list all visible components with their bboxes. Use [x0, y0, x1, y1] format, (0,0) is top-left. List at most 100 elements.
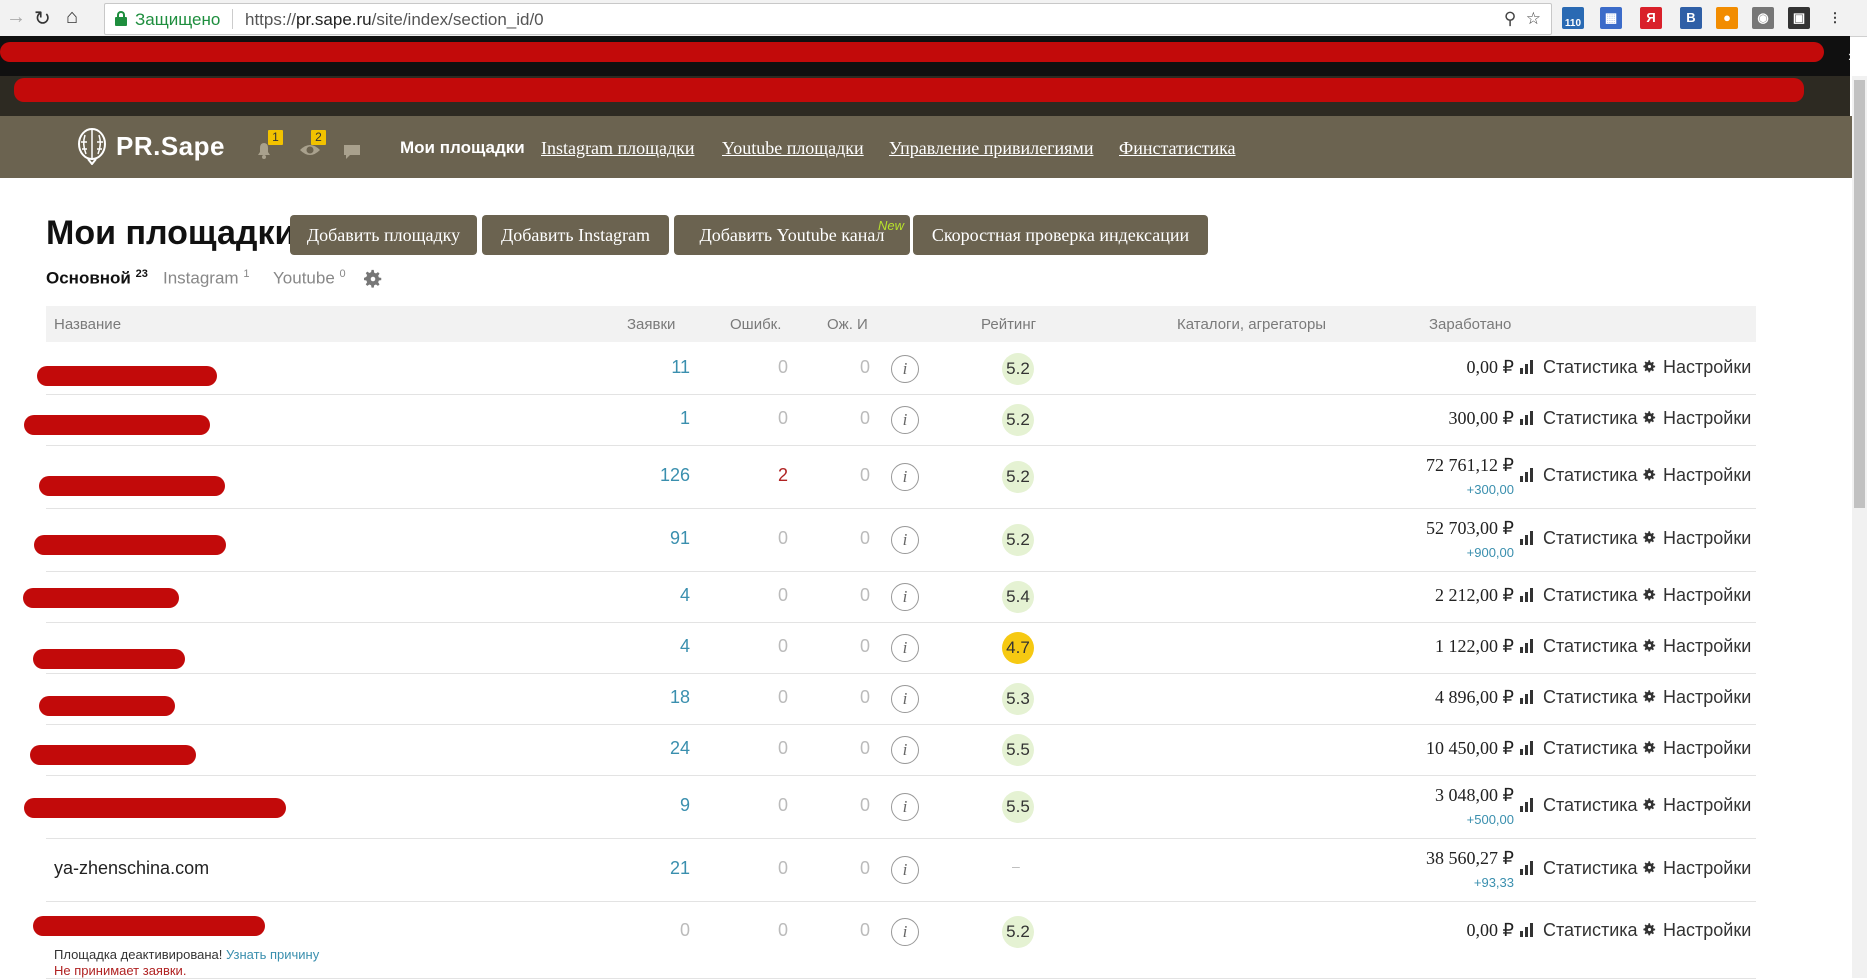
back-arrow-icon[interactable]: → — [6, 6, 26, 29]
requests-count[interactable]: 4 — [630, 585, 690, 606]
nav-youtube-sites[interactable]: Youtube площадки — [722, 138, 864, 159]
requests-count[interactable]: 0 — [630, 920, 690, 941]
settings-link[interactable]: Настройки — [1642, 357, 1751, 378]
errors-count[interactable]: 0 — [728, 687, 788, 708]
col-waiting[interactable]: Ож. И — [827, 316, 868, 333]
learn-reason-link[interactable]: Узнать причину — [226, 947, 319, 962]
waiting-count[interactable]: 0 — [810, 687, 870, 708]
waiting-count[interactable]: 0 — [810, 858, 870, 879]
waiting-count[interactable]: 0 — [810, 795, 870, 816]
statistics-link[interactable]: Статистика — [1520, 636, 1638, 658]
errors-count[interactable]: 0 — [728, 408, 788, 429]
waiting-count[interactable]: 0 — [810, 738, 870, 759]
settings-link[interactable]: Настройки — [1642, 858, 1751, 879]
statistics-link[interactable]: Статистика — [1520, 357, 1638, 379]
requests-count[interactable]: 21 — [630, 858, 690, 879]
tab-youtube[interactable]: Youtube 0 — [273, 268, 346, 289]
rss-extension-icon[interactable]: ◉ — [1752, 7, 1774, 29]
col-requests[interactable]: Заявки — [627, 316, 675, 333]
settings-link[interactable]: Настройки — [1642, 795, 1751, 816]
waiting-count[interactable]: 0 — [810, 920, 870, 941]
grid-extension-icon[interactable]: ▦ — [1600, 7, 1622, 29]
info-icon[interactable]: i — [891, 793, 919, 821]
errors-count[interactable]: 0 — [728, 585, 788, 606]
info-icon[interactable]: i — [891, 355, 919, 383]
settings-link[interactable]: Настройки — [1642, 687, 1751, 708]
errors-count[interactable]: 0 — [728, 636, 788, 657]
statistics-link[interactable]: Статистика — [1520, 408, 1638, 430]
yandex-extension-icon[interactable]: Я — [1640, 7, 1662, 29]
index-check-button[interactable]: Скоростная проверка индексации — [913, 215, 1208, 255]
info-icon[interactable]: i — [891, 526, 919, 554]
info-extension-icon[interactable]: ▣ — [1788, 7, 1810, 29]
info-icon[interactable]: i — [891, 583, 919, 611]
errors-count[interactable]: 0 — [728, 528, 788, 549]
errors-count[interactable]: 0 — [728, 795, 788, 816]
site-name[interactable]: ya-zhenschina.com — [54, 858, 209, 879]
statistics-link[interactable]: Статистика — [1520, 738, 1638, 760]
settings-link[interactable]: Настройки — [1642, 585, 1751, 606]
settings-link[interactable]: Настройки — [1642, 408, 1751, 429]
bookmarks-overflow-icon[interactable]: » — [1848, 48, 1857, 66]
col-name[interactable]: Название — [54, 316, 121, 333]
info-icon[interactable]: i — [891, 463, 919, 491]
add-site-button[interactable]: Добавить площадку — [290, 215, 477, 255]
statistics-link[interactable]: Статистика — [1520, 858, 1638, 880]
info-icon[interactable]: i — [891, 406, 919, 434]
statistics-link[interactable]: Статистика — [1520, 585, 1638, 607]
zoom-icon[interactable]: ⚲ — [1504, 9, 1516, 28]
requests-count[interactable]: 9 — [630, 795, 690, 816]
errors-count[interactable]: 0 — [728, 858, 788, 879]
requests-count[interactable]: 1 — [630, 408, 690, 429]
settings-link[interactable]: Настройки — [1642, 465, 1751, 486]
info-icon[interactable]: i — [891, 918, 919, 946]
settings-link[interactable]: Настройки — [1642, 738, 1751, 759]
add-youtube-button[interactable]: Добавить Youtube канал New — [674, 215, 910, 255]
requests-count[interactable]: 24 — [630, 738, 690, 759]
col-earned[interactable]: Заработано — [1429, 316, 1511, 333]
requests-count[interactable]: 18 — [630, 687, 690, 708]
waiting-count[interactable]: 0 — [810, 357, 870, 378]
statistics-link[interactable]: Статистика — [1520, 465, 1638, 487]
settings-link[interactable]: Настройки — [1642, 920, 1751, 941]
nav-finstats[interactable]: Финстатистика — [1119, 138, 1236, 159]
menu-icon[interactable]: ⋮ — [1824, 7, 1846, 29]
info-icon[interactable]: i — [891, 634, 919, 662]
statistics-link[interactable]: Статистика — [1520, 528, 1638, 550]
col-rating[interactable]: Рейтинг — [981, 316, 1036, 333]
tab-instagram[interactable]: Instagram 1 — [163, 268, 249, 289]
bookmark-star-icon[interactable]: ☆ — [1526, 9, 1541, 28]
scrollbar-thumb[interactable] — [1854, 80, 1865, 508]
waiting-count[interactable]: 0 — [810, 465, 870, 486]
info-icon[interactable]: i — [891, 736, 919, 764]
info-icon[interactable]: i — [891, 856, 919, 884]
gear-icon[interactable] — [362, 268, 384, 290]
home-icon[interactable]: ⌂ — [66, 6, 78, 29]
page-scrollbar[interactable] — [1852, 76, 1867, 978]
statistics-link[interactable]: Статистика — [1520, 795, 1638, 817]
errors-count[interactable]: 2 — [728, 465, 788, 486]
waiting-count[interactable]: 0 — [810, 636, 870, 657]
settings-link[interactable]: Настройки — [1642, 636, 1751, 657]
errors-count[interactable]: 0 — [728, 920, 788, 941]
statistics-link[interactable]: Статистика — [1520, 920, 1638, 942]
col-errors[interactable]: Ошибк. — [730, 316, 781, 333]
requests-count[interactable]: 11 — [630, 357, 690, 378]
nav-instagram-sites[interactable]: Instagram площадки — [541, 138, 694, 159]
errors-count[interactable]: 0 — [728, 738, 788, 759]
tab-main[interactable]: Основной 23 — [46, 268, 148, 289]
errors-count[interactable]: 0 — [728, 357, 788, 378]
chat-icon[interactable] — [342, 142, 362, 162]
nav-my-sites[interactable]: Мои площадки — [400, 138, 525, 158]
address-bar[interactable]: Защищено https://pr.sape.ru/site/index/s… — [104, 3, 1552, 35]
settings-link[interactable]: Настройки — [1642, 528, 1751, 549]
extension-counter-icon[interactable]: 110 — [1562, 7, 1584, 29]
logo-text[interactable]: PR.Sape — [116, 131, 225, 162]
requests-count[interactable]: 4 — [630, 636, 690, 657]
waiting-count[interactable]: 0 — [810, 528, 870, 549]
info-icon[interactable]: i — [891, 685, 919, 713]
brain-logo-icon[interactable] — [76, 127, 108, 165]
add-instagram-button[interactable]: Добавить Instagram — [482, 215, 669, 255]
reload-icon[interactable]: ↻ — [34, 6, 51, 31]
requests-count[interactable]: 126 — [630, 465, 690, 486]
